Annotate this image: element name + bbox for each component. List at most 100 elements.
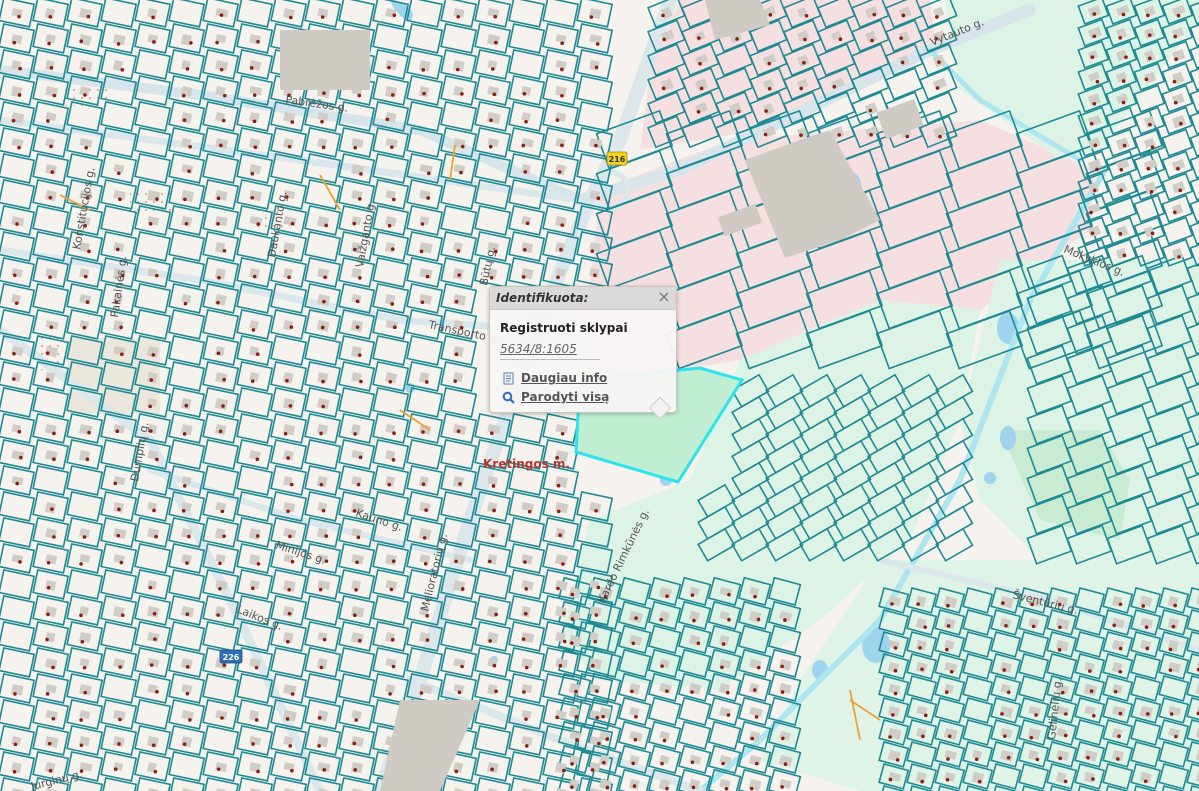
address-point bbox=[390, 93, 395, 97]
address-point bbox=[593, 639, 598, 644]
address-point bbox=[555, 118, 560, 123]
building-footprint bbox=[282, 398, 295, 410]
address-point bbox=[522, 690, 526, 694]
address-point bbox=[290, 482, 294, 487]
address-point bbox=[188, 144, 192, 149]
address-point bbox=[589, 15, 594, 19]
address-point bbox=[188, 718, 192, 722]
address-point bbox=[115, 247, 120, 252]
address-point bbox=[899, 36, 903, 40]
address-point bbox=[290, 221, 295, 226]
address-point bbox=[286, 509, 290, 514]
address-point bbox=[185, 67, 190, 71]
address-point bbox=[183, 301, 188, 306]
address-point bbox=[152, 40, 156, 44]
address-point bbox=[523, 611, 528, 616]
address-point bbox=[1095, 167, 1099, 172]
address-point bbox=[322, 768, 327, 772]
address-point bbox=[218, 561, 222, 566]
address-point bbox=[634, 714, 638, 719]
address-point bbox=[1092, 713, 1096, 718]
address-point bbox=[355, 325, 360, 329]
address-point bbox=[49, 325, 54, 330]
address-point bbox=[631, 641, 636, 646]
zoom-icon bbox=[502, 391, 515, 404]
address-point bbox=[219, 13, 224, 17]
address-point bbox=[749, 786, 754, 791]
address-point bbox=[893, 668, 898, 673]
address-point bbox=[249, 66, 254, 70]
address-point bbox=[523, 170, 528, 174]
address-point bbox=[424, 380, 429, 384]
address-point bbox=[832, 84, 837, 89]
address-point bbox=[355, 560, 359, 565]
address-point bbox=[696, 641, 701, 646]
address-point bbox=[456, 249, 461, 253]
address-point bbox=[222, 663, 227, 667]
address-point bbox=[118, 197, 122, 202]
address-point bbox=[804, 14, 809, 18]
show-all-link[interactable]: Parodyti visą bbox=[502, 390, 609, 404]
address-point bbox=[570, 592, 575, 597]
address-point bbox=[493, 14, 498, 19]
address-point bbox=[15, 222, 19, 226]
address-point bbox=[767, 61, 772, 66]
address-point bbox=[151, 743, 156, 748]
address-point bbox=[12, 377, 16, 381]
address-point bbox=[118, 717, 122, 722]
parcel-id-link[interactable]: 5634/8:1605 bbox=[500, 342, 577, 356]
address-point bbox=[754, 715, 759, 719]
address-point bbox=[756, 617, 761, 622]
address-point bbox=[556, 275, 560, 280]
address-point bbox=[454, 352, 459, 357]
close-icon[interactable]: × bbox=[656, 288, 672, 306]
address-point bbox=[595, 689, 599, 693]
address-point bbox=[920, 779, 924, 784]
address-point bbox=[521, 143, 526, 148]
address-point bbox=[575, 738, 579, 742]
road-badge-216: 216 bbox=[606, 151, 628, 166]
address-point bbox=[153, 769, 158, 774]
address-point bbox=[11, 118, 16, 123]
address-point bbox=[558, 533, 562, 538]
address-point bbox=[596, 196, 601, 200]
address-point bbox=[1147, 56, 1152, 61]
address-point bbox=[48, 14, 53, 19]
address-point bbox=[457, 690, 462, 695]
address-point bbox=[52, 93, 57, 98]
address-point bbox=[727, 617, 731, 622]
address-point bbox=[47, 741, 52, 746]
building-footprint bbox=[44, 502, 57, 514]
address-point bbox=[256, 39, 260, 44]
address-point bbox=[1147, 33, 1152, 37]
address-point bbox=[352, 741, 357, 746]
address-point bbox=[390, 302, 395, 306]
address-point bbox=[52, 457, 56, 462]
address-point bbox=[46, 612, 50, 617]
address-point bbox=[945, 778, 950, 782]
address-point bbox=[562, 639, 567, 644]
popup-header: Identifikuota: × bbox=[490, 287, 676, 310]
address-point bbox=[659, 617, 664, 622]
address-point bbox=[319, 431, 323, 436]
address-point bbox=[52, 535, 56, 539]
address-point bbox=[51, 716, 56, 721]
address-point bbox=[119, 325, 123, 330]
address-point bbox=[287, 144, 292, 149]
address-point bbox=[1173, 210, 1177, 215]
address-point bbox=[252, 274, 257, 279]
address-point bbox=[185, 561, 189, 565]
address-point bbox=[1177, 255, 1181, 259]
address-point bbox=[781, 736, 785, 741]
address-point bbox=[1173, 34, 1178, 39]
address-point bbox=[17, 429, 22, 434]
address-point bbox=[49, 144, 53, 149]
address-point bbox=[116, 533, 121, 538]
address-point bbox=[285, 717, 290, 721]
address-point bbox=[79, 718, 83, 722]
address-point bbox=[321, 379, 325, 384]
address-point bbox=[317, 744, 321, 748]
address-point bbox=[454, 769, 459, 774]
more-info-link[interactable]: Daugiau info bbox=[502, 371, 607, 385]
address-point bbox=[419, 249, 424, 254]
